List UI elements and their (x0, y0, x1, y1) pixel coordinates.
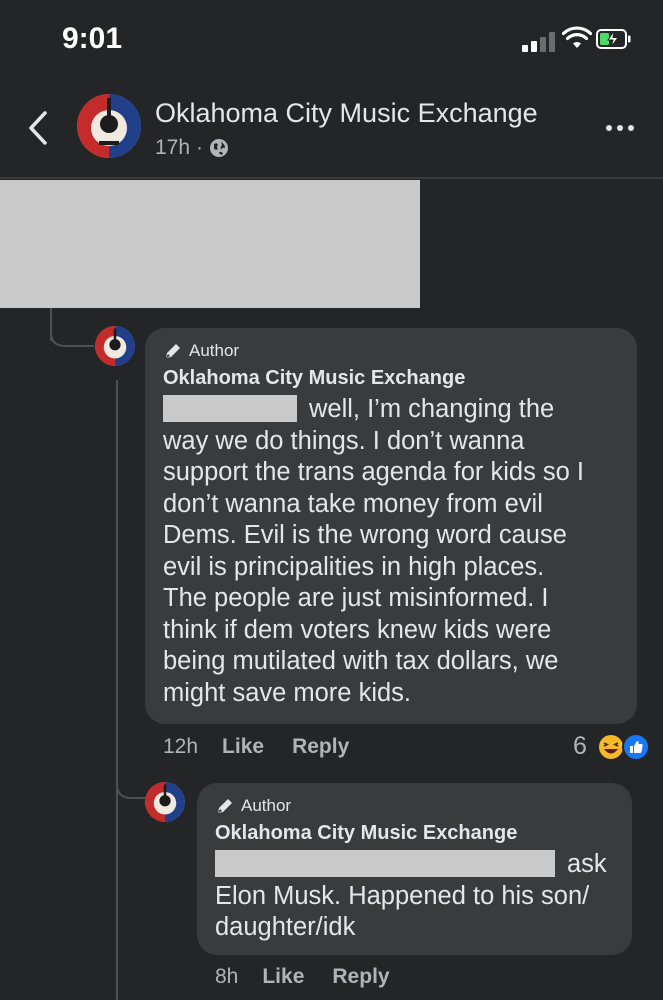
author-badge: Author (215, 796, 291, 816)
comment-text: ask Elon Musk. Happened to his son/ daug… (215, 849, 629, 944)
thread-connector (50, 326, 94, 347)
author-badge: Author (163, 341, 239, 361)
comment-line: ask (215, 849, 629, 881)
pencil-icon (166, 344, 180, 358)
haha-icon[interactable] (597, 733, 625, 761)
comment-line: support the trans agenda for kids so I (163, 458, 584, 486)
like-button[interactable]: Like (222, 735, 264, 759)
comment-line: think if dem voters knew kids were (163, 615, 552, 644)
comment-avatar[interactable] (145, 782, 185, 822)
cellular-signal-icon (522, 30, 556, 52)
post-meta: 17h · (155, 136, 229, 160)
comment-line: Dems. Evil is the wrong word cause (163, 521, 567, 549)
comment-line: being mutilated with tax dollars, we (163, 647, 559, 675)
reply-button[interactable]: Reply (292, 735, 349, 759)
comment-line: daughter/idk (215, 913, 356, 941)
comment-line: might save more kids. (163, 678, 412, 707)
post-time: 17h (155, 136, 191, 159)
thread-line (116, 380, 118, 810)
status-time: 9:01 (62, 22, 123, 55)
comment-bubble: Author Oklahoma City Music Exchange well… (145, 328, 637, 724)
redacted-post-content (0, 180, 420, 308)
comment-text: well, I’m changing the way we do things.… (163, 394, 633, 709)
redacted-mention (215, 850, 555, 877)
wifi-icon (562, 26, 592, 48)
comment-avatar[interactable] (95, 326, 135, 366)
comment-line: Elon Musk. Happened to his son/ (215, 881, 590, 910)
redacted-mention (163, 395, 297, 422)
comment-line: don’t wanna take money from evil (163, 489, 543, 518)
more-options-icon[interactable] (606, 125, 634, 131)
thread-connector (116, 780, 146, 799)
meta-separator: · (196, 136, 204, 159)
comment-actions: 12h Like Reply (163, 735, 349, 759)
author-badge-label: Author (241, 796, 292, 815)
like-button[interactable]: Like (262, 965, 304, 989)
header-divider (0, 177, 663, 179)
comment-line: well, I’m changing the (163, 394, 633, 426)
page-name[interactable]: Oklahoma City Music Exchange (155, 98, 538, 129)
pencil-icon (218, 799, 232, 813)
author-badge-label: Author (189, 341, 240, 360)
comment-line: The people are just misinformed. I (163, 584, 549, 612)
globe-icon (210, 139, 229, 157)
comment-time: 12h (163, 735, 199, 758)
comment-line: way we do things. I don’t wanna (163, 426, 525, 455)
comment-bubble: Author Oklahoma City Music Exchange ask … (197, 783, 632, 955)
reply-button[interactable]: Reply (332, 965, 389, 989)
thread-line (116, 810, 118, 1000)
like-icon[interactable] (622, 733, 650, 761)
battery-charging-icon (596, 29, 631, 49)
comment-actions: 8h Like Reply (215, 965, 390, 989)
reaction-count[interactable]: 6 (573, 732, 587, 761)
page-avatar[interactable] (77, 94, 141, 158)
comment-line: evil is principalities in high places. (163, 552, 545, 581)
comment-time: 8h (215, 965, 239, 988)
commenter-name[interactable]: Oklahoma City Music Exchange (215, 822, 517, 845)
back-arrow-icon[interactable] (26, 108, 50, 148)
commenter-name[interactable]: Oklahoma City Music Exchange (163, 367, 465, 390)
